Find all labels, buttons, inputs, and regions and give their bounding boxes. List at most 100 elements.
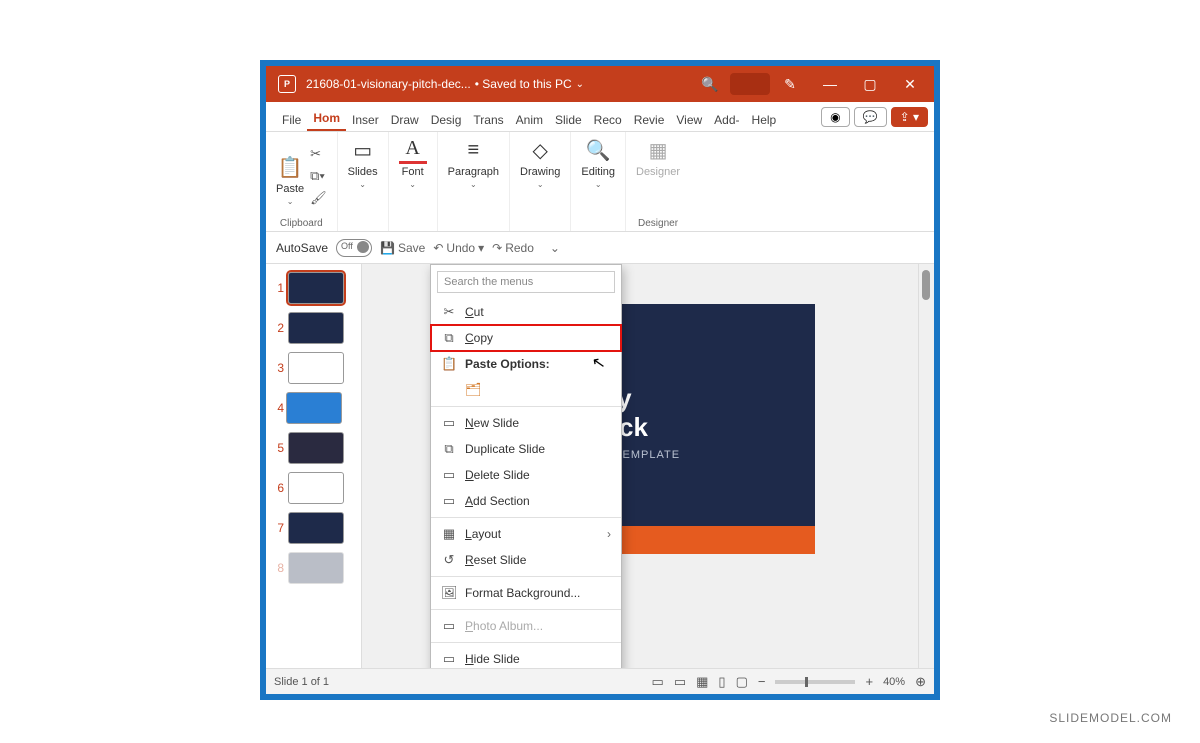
tab-file[interactable]: File: [276, 107, 307, 131]
account-pill[interactable]: [730, 67, 770, 101]
designer-icon: ▦: [644, 136, 672, 164]
zoom-out-button[interactable]: −: [758, 674, 766, 689]
reading-view-icon[interactable]: ▯: [718, 674, 725, 690]
menu-hide-slide[interactable]: ▭Hide Slide: [431, 646, 621, 668]
maximize-button[interactable]: ▢: [850, 67, 890, 101]
menu-delete-slide[interactable]: ▭Delete Slide: [431, 462, 621, 488]
tab-view[interactable]: View: [670, 107, 708, 131]
thumbnail-1[interactable]: 1: [270, 272, 357, 304]
tab-addins[interactable]: Add-: [708, 107, 745, 131]
tab-record[interactable]: Reco: [588, 107, 628, 131]
paragraph-icon: ≡: [459, 136, 487, 164]
chevron-down-icon[interactable]: ⌄: [576, 79, 584, 90]
thumbnail-3[interactable]: 3: [270, 352, 357, 384]
thumbnail-5[interactable]: 5: [270, 432, 357, 464]
slideshow-view-icon[interactable]: ▢: [736, 674, 748, 690]
paste-button[interactable]: 📋 Paste⌄: [276, 153, 304, 206]
slide-counter: Slide 1 of 1: [274, 676, 329, 688]
vertical-scrollbar[interactable]: [918, 264, 934, 668]
tab-insert[interactable]: Inser: [346, 107, 385, 131]
zoom-level[interactable]: 40%: [883, 676, 905, 688]
fit-to-window-button[interactable]: ⊕: [915, 674, 926, 690]
search-icon[interactable]: 🔍: [690, 67, 730, 101]
undo-button[interactable]: ↶ Undo ▾: [433, 241, 484, 255]
menu-copy[interactable]: ⧉Copy: [431, 325, 621, 351]
notes-button[interactable]: ▭: [652, 674, 664, 690]
share-button[interactable]: ⇪ ▾: [891, 107, 928, 127]
slide-canvas[interactable]: Visionary Pitch Deck PRESENTATION TEMPLA…: [362, 264, 918, 668]
menu-add-section[interactable]: ▭Add Section: [431, 488, 621, 514]
quick-access-toolbar: AutoSave Off 💾Save ↶ Undo ▾ ↷ Redo ⌄: [266, 232, 934, 264]
powerpoint-icon: P: [278, 75, 296, 93]
format-bg-icon: 🖼: [441, 585, 457, 601]
tab-slideshow[interactable]: Slide: [549, 107, 588, 131]
menu-cut[interactable]: ✂Cut: [431, 299, 621, 325]
new-slide-icon: ▭: [441, 415, 457, 431]
thumbnail-4[interactable]: 4*: [270, 392, 357, 424]
tab-help[interactable]: Help: [746, 107, 783, 131]
menu-photo-album: ▭Photo Album...: [431, 613, 621, 639]
autosave-toggle[interactable]: Off: [336, 239, 372, 257]
save-status[interactable]: • Saved to this PC: [475, 77, 572, 91]
chevron-right-icon: ›: [607, 527, 611, 541]
tab-review[interactable]: Revie: [628, 107, 671, 131]
editing-icon: 🔍: [584, 136, 612, 164]
normal-view-icon[interactable]: ▭: [674, 674, 686, 690]
photo-album-icon: ▭: [441, 618, 457, 634]
zoom-in-button[interactable]: +: [865, 674, 873, 689]
paragraph-button[interactable]: ≡ Paragraph⌄: [448, 136, 499, 189]
save-button[interactable]: 💾Save: [380, 241, 425, 255]
editing-button[interactable]: 🔍 Editing⌄: [581, 136, 615, 189]
copy-icon: ⧉: [441, 330, 457, 346]
menu-new-slide[interactable]: ▭New Slide: [431, 410, 621, 436]
ribbon-group-designer: ▦ Designer Designer: [626, 132, 690, 231]
format-painter-icon[interactable]: 🖌: [310, 190, 327, 206]
tab-design[interactable]: Desig: [425, 107, 468, 131]
camera-button[interactable]: ◉: [821, 107, 849, 127]
drawing-button[interactable]: ◇ Drawing⌄: [520, 136, 560, 189]
font-icon: A: [399, 136, 427, 164]
layout-icon: ▦: [441, 526, 457, 542]
pen-icon[interactable]: ✎: [770, 67, 810, 101]
cut-icon[interactable]: ✂: [310, 146, 327, 162]
file-name[interactable]: 21608-01-visionary-pitch-dec...: [306, 77, 471, 91]
ribbon-group-paragraph: ≡ Paragraph⌄: [438, 132, 510, 231]
menu-reset-slide[interactable]: ↺Reset Slide: [431, 547, 621, 573]
thumbnail-8[interactable]: 8: [270, 552, 357, 584]
ribbon-group-drawing: ◇ Drawing⌄: [510, 132, 571, 231]
menu-search-input[interactable]: Search the menus: [437, 271, 615, 293]
font-button[interactable]: A Font⌄: [399, 136, 427, 189]
tab-transitions[interactable]: Trans: [467, 107, 509, 131]
slides-button[interactable]: ▭ Slides⌄: [348, 136, 378, 189]
thumbnail-6[interactable]: 6: [270, 472, 357, 504]
copy-icon[interactable]: ⧉▾: [310, 168, 327, 184]
tab-home[interactable]: Hom: [307, 105, 346, 131]
ribbon-tabs: File Hom Inser Draw Desig Trans Anim Sli…: [266, 102, 934, 132]
work-area: 1 2 3 4* 5 6 7 8 Visionary Pitch Deck PR…: [266, 264, 934, 668]
paste-icon: 📋: [441, 356, 457, 372]
reset-icon: ↺: [441, 552, 457, 568]
scissors-icon: ✂: [441, 304, 457, 320]
qat-customize[interactable]: ⌄: [550, 241, 560, 255]
ribbon-group-font: A Font⌄: [389, 132, 438, 231]
redo-button[interactable]: ↷ Redo: [492, 241, 534, 255]
ribbon-group-editing: 🔍 Editing⌄: [571, 132, 626, 231]
menu-duplicate-slide[interactable]: ⧉Duplicate Slide: [431, 436, 621, 462]
menu-format-background[interactable]: 🖼Format Background...: [431, 580, 621, 606]
duplicate-icon: ⧉: [441, 441, 457, 457]
tab-animations[interactable]: Anim: [510, 107, 549, 131]
designer-button[interactable]: ▦ Designer: [636, 136, 680, 178]
tab-draw[interactable]: Draw: [385, 107, 425, 131]
drawing-icon: ◇: [526, 136, 554, 164]
minimize-button[interactable]: —: [810, 67, 850, 101]
zoom-slider[interactable]: [775, 680, 855, 684]
close-button[interactable]: ✕: [890, 67, 930, 101]
context-menu: Search the menus ✂Cut ⧉Copy 📋Paste Optio…: [430, 264, 622, 668]
thumbnail-2[interactable]: 2: [270, 312, 357, 344]
thumbnail-7[interactable]: 7: [270, 512, 357, 544]
menu-paste-theme[interactable]: 🗂: [431, 377, 621, 403]
sorter-view-icon[interactable]: ▦: [696, 674, 708, 690]
slide-thumbnails: 1 2 3 4* 5 6 7 8: [266, 264, 362, 668]
comments-button[interactable]: 💬: [854, 107, 887, 127]
menu-layout[interactable]: ▦Layout›: [431, 521, 621, 547]
